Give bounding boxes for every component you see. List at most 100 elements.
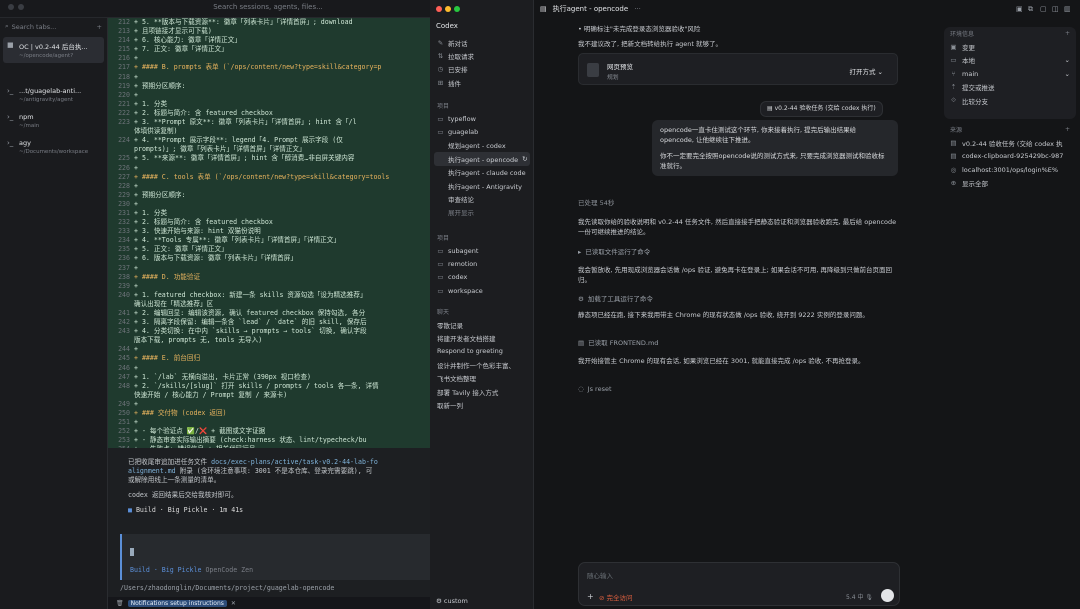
copy-icon[interactable]: ⧉ — [1028, 5, 1033, 14]
line-number: 214 — [118, 36, 130, 45]
sessions-search[interactable]: ⌕ Search tabs... + — [0, 18, 107, 35]
tool-step[interactable]: ⚙ 加载了工具运行了命令 — [578, 294, 898, 304]
chat-item[interactable]: 取新一列 — [434, 398, 530, 411]
project-item[interactable]: 展开显示 — [434, 206, 530, 219]
diff-line: 219 + 预期分区顺序: — [108, 81, 430, 91]
env-item[interactable]: ▭ 本地 ⌄ — [944, 54, 1076, 68]
close-icon[interactable]: ✕ — [231, 600, 236, 607]
add-icon[interactable]: + — [97, 23, 102, 31]
add-attachment-icon[interactable]: + — [587, 592, 594, 601]
input-placeholder[interactable]: 随心输入 — [587, 570, 613, 580]
split-icon[interactable]: ◫ — [1052, 5, 1059, 13]
line-number: 250 — [118, 409, 130, 418]
diff-line: 235 + 5. 正文: 徽章「详情正文」 — [108, 245, 430, 255]
line-text: + 预期分区顺序: — [134, 190, 186, 199]
diff-line: 快速开始 / 核心能力 / Prompt 复制 / 来源卡) — [108, 390, 430, 400]
chat-input[interactable]: 随心输入 + ⊘ 完全访问 5.4 中 🎙 — [578, 562, 900, 606]
chat-item[interactable]: 零散记录 — [434, 318, 530, 331]
codex-nav-item[interactable]: ✎ 新对话 — [434, 36, 530, 49]
preview-card[interactable]: 网页预览 规划 打开方式 ⌄ — [578, 53, 898, 85]
line-text: + 7. 正文: 徽章「详情正文」 — [134, 45, 228, 54]
maximize-window-icon[interactable] — [454, 6, 460, 12]
line-number: 221 — [118, 99, 130, 108]
send-button[interactable] — [881, 589, 894, 602]
project-item[interactable]: ▭ guagelab — [434, 125, 530, 138]
source-item[interactable]: ⊕ 显示全部 — [944, 177, 1076, 191]
project-item[interactable]: 执行agent - claude code — [434, 166, 530, 179]
diff-line: 224 + 4. **Prompt 展示字段**: legend「4. Promp… — [108, 136, 430, 146]
project-item[interactable]: 执行agent - Antigravity — [434, 179, 530, 192]
chat-item[interactable]: 飞书文档整理 — [434, 372, 530, 385]
tool-step[interactable]: ◌ Js reset — [578, 384, 898, 394]
terminal-pane[interactable]: 212 + 5. **版本与下载资源**: 徽章「列表卡片」「详情首屏」; dow… — [108, 18, 430, 609]
tool-icon: ⚙ — [578, 295, 584, 303]
project-item[interactable]: 审查结论 — [434, 192, 530, 205]
model-selector[interactable]: 5.4 中 🎙 — [846, 592, 873, 601]
sessions-search-input[interactable]: Search tabs... — [12, 23, 57, 31]
diff-line: 223 + 3. **Prompt 原文**: 徽章「列表卡片」「详情首屏」; h… — [108, 118, 430, 128]
tool-step[interactable]: ▸ 已读取文件运行了命令 — [578, 247, 898, 257]
more-icon[interactable]: ··· — [634, 5, 641, 13]
prompt-input[interactable]: Build · Big Pickle OpenCode Zen — [120, 534, 430, 580]
output-path[interactable]: docs/exec-plans/active/task-v0.2-44-lab-… — [211, 458, 378, 466]
env-item[interactable]: ▣ 变更 — [944, 40, 1076, 54]
line-number: 220 — [118, 90, 130, 99]
spinner-icon: ◌ — [578, 385, 584, 393]
codex-nav-item[interactable]: ⊞ 插件 — [434, 76, 530, 89]
session-item[interactable]: ›_ npm ~/main — [3, 109, 104, 133]
output-path[interactable]: alignment.md — [128, 467, 176, 475]
project-item[interactable]: ▭ remotion — [434, 257, 530, 270]
notification-chip[interactable]: Notifications setup instructions — [127, 599, 227, 607]
project-item[interactable]: ▭ codex — [434, 271, 530, 284]
codex-nav-item[interactable]: ◷ 已安排 — [434, 63, 530, 76]
close-window-icon[interactable] — [436, 6, 442, 12]
refresh-icon[interactable]: ↻ — [522, 155, 530, 163]
line-number: 218 — [118, 72, 130, 81]
trash-icon[interactable]: 🗑 — [116, 600, 124, 607]
thought-duration[interactable]: 已处理 54秒 — [578, 198, 898, 208]
session-title: npm — [19, 113, 34, 121]
source-item[interactable]: ▤ v0.2-44 验收任务 (交给 codex 执 — [944, 136, 1076, 150]
project-item[interactable]: ▭ subagent — [434, 244, 530, 257]
env-item[interactable]: ⑂ main ⌄ — [944, 67, 1076, 81]
add-icon[interactable]: + — [1065, 126, 1070, 133]
session-path: ~/main — [19, 123, 40, 129]
source-item[interactable]: ▤ codex-clipboard-925429bc-987 — [944, 150, 1076, 164]
codex-title[interactable]: Codex — [436, 22, 458, 30]
access-mode-button[interactable]: ⊘ 完全访问 — [599, 592, 633, 602]
chat-item[interactable]: 部署 Tavily 接入方式 — [434, 385, 530, 398]
diff-line: 226 + — [108, 163, 430, 173]
layout-icon[interactable]: ▢ — [1040, 5, 1047, 13]
global-search-input[interactable]: Search sessions, agents, files... — [138, 3, 398, 15]
project-item[interactable]: 执行agent - opencode ↻ — [434, 152, 530, 166]
session-item[interactable]: ›_ ...t/guagelab-anti... ~/antigravity/age… — [3, 83, 104, 107]
project-item[interactable]: ▭ workspace — [434, 284, 530, 297]
tool-step[interactable]: ▤ 已读取 FRONTEND.md — [578, 338, 898, 348]
open-with-button[interactable]: 打开方式 ⌄ — [849, 66, 883, 76]
build-status: ■ Build · Big Pickle · 1m 41s — [128, 506, 244, 514]
attachment-chip[interactable]: ▤ v0.2-44 验收任务 (交给 codex 执行) — [760, 101, 883, 117]
sidebar-icon[interactable]: ▥ — [1064, 5, 1071, 13]
sidebar-toggle-icon[interactable]: ▤ — [540, 5, 547, 13]
account-item[interactable]: ⚙ custom — [436, 597, 468, 605]
session-item[interactable]: ›_ agy ~/Documents/workspace — [3, 135, 104, 159]
minimize-window-icon[interactable] — [445, 6, 451, 12]
project-item[interactable]: 规划agent - codex — [434, 139, 530, 152]
session-item[interactable]: ■ OC | v0.2-44 后台执... ~/opencode/agent? — [3, 37, 104, 63]
env-item[interactable]: ⟐ 比较分支 — [944, 94, 1076, 108]
line-text: + - 失败点: 错误信息 + 相关代码行号 — [134, 445, 255, 448]
project-item[interactable]: ▭ typeflow — [434, 112, 530, 125]
chat-item[interactable]: Respond to greeting — [434, 345, 530, 358]
add-icon[interactable]: + — [1065, 30, 1070, 37]
source-item[interactable]: ◎ localhost:3001/ops/login%E% — [944, 163, 1076, 177]
window-control-icon[interactable] — [18, 4, 24, 10]
nav-icon: ⇅ — [437, 52, 444, 61]
window-control-icon[interactable] — [8, 4, 14, 10]
chat-item[interactable]: 设计并制作一个色彩丰富、 — [434, 358, 530, 371]
panel-toggle-icon[interactable]: ▣ — [1016, 5, 1023, 13]
codex-nav-item[interactable]: ⇅ 拉取请求 — [434, 49, 530, 62]
chat-item[interactable]: 将建开发者文档搭建 — [434, 331, 530, 344]
session-path: ~/opencode/agent? — [19, 53, 74, 59]
chat-title[interactable]: 执行agent - opencode — [553, 4, 629, 14]
env-item[interactable]: ⇡ 提交或推送 — [944, 81, 1076, 95]
